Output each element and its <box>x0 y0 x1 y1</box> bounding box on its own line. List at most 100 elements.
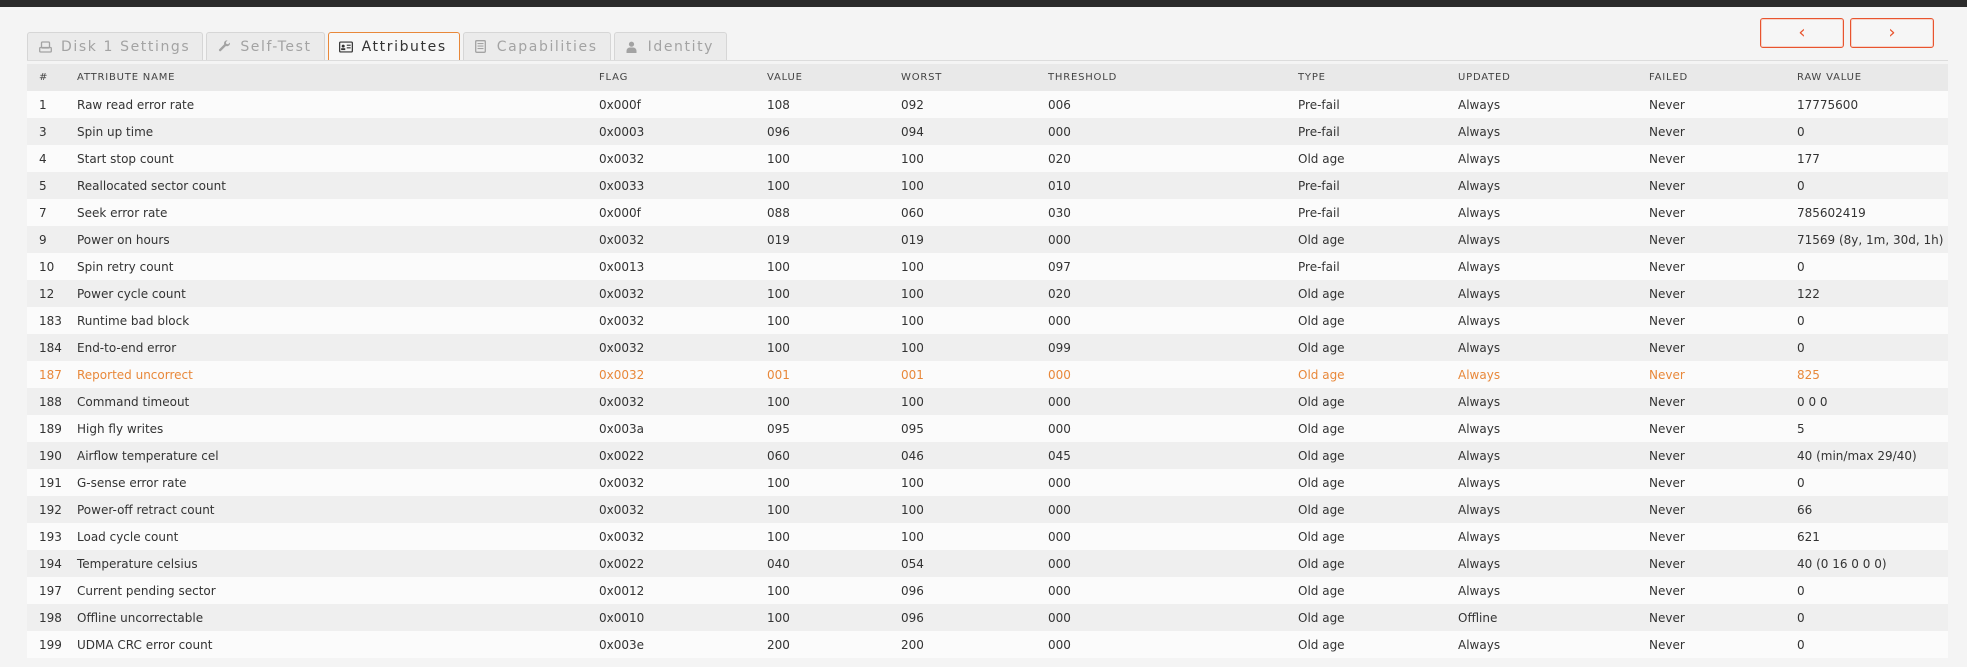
tab-disk-settings[interactable]: Disk 1 Settings <box>27 32 204 60</box>
cell-value: 100 <box>755 469 889 496</box>
table-row: 9 Power on hours 0x0032 019 019 000 Old age Alw… <box>27 226 1948 253</box>
cell-updated: Always <box>1446 442 1637 469</box>
table-row: 193 Load cycle count 0x0032 100 100 000 Old ag… <box>27 523 1948 550</box>
cell-worst: 046 <box>889 442 1036 469</box>
cell-id: 198 <box>27 604 65 631</box>
column-header-failed[interactable]: FAILED <box>1637 64 1785 91</box>
cell-attribute-name: Reported uncorrect <box>65 361 587 388</box>
cell-threshold: 000 <box>1036 226 1286 253</box>
column-header-updated[interactable]: UPDATED <box>1446 64 1637 91</box>
cell-attribute-name: Power cycle count <box>65 280 587 307</box>
cell-id: 190 <box>27 442 65 469</box>
tab-divider <box>27 60 1948 61</box>
cell-raw-value: 0 <box>1785 577 1948 604</box>
cell-failed: Never <box>1637 496 1785 523</box>
cell-attribute-name: Current pending sector <box>65 577 587 604</box>
cell-id: 194 <box>27 550 65 577</box>
tab-label: Capabilities <box>496 38 598 55</box>
table-header-row: # ATTRIBUTE NAME FLAG VALUE WORST THRESH… <box>27 64 1948 91</box>
cell-value: 108 <box>755 91 889 118</box>
cell-type: Old age <box>1286 334 1446 361</box>
cell-threshold: 000 <box>1036 496 1286 523</box>
tab-attributes[interactable]: Attributes <box>327 32 460 61</box>
cell-updated: Always <box>1446 118 1637 145</box>
column-header-value[interactable]: VALUE <box>755 64 889 91</box>
cell-raw-value: 122 <box>1785 280 1948 307</box>
cell-flag: 0x0022 <box>587 442 755 469</box>
tab-identity[interactable]: Identity <box>613 32 728 60</box>
cell-value: 100 <box>755 577 889 604</box>
cell-type: Pre-fail <box>1286 118 1446 145</box>
cell-id: 199 <box>27 631 65 658</box>
cell-threshold: 000 <box>1036 577 1286 604</box>
cell-attribute-name: Raw read error rate <box>65 91 587 118</box>
cell-updated: Always <box>1446 226 1637 253</box>
column-header-id[interactable]: # <box>27 64 65 91</box>
table-row: 183 Runtime bad block 0x0032 100 100 000 Old a… <box>27 307 1948 334</box>
wrench-icon <box>217 40 231 54</box>
cell-updated: Always <box>1446 415 1637 442</box>
cell-attribute-name: Command timeout <box>65 388 587 415</box>
cell-type: Pre-fail <box>1286 91 1446 118</box>
cell-attribute-name: Reallocated sector count <box>65 172 587 199</box>
cell-type: Old age <box>1286 442 1446 469</box>
cell-threshold: 000 <box>1036 631 1286 658</box>
chevron-left-icon: ‹ <box>1798 22 1806 43</box>
cell-failed: Never <box>1637 91 1785 118</box>
id-card-icon <box>338 40 353 54</box>
cell-failed: Never <box>1637 523 1785 550</box>
cell-attribute-name: Spin retry count <box>65 253 587 280</box>
cell-value: 019 <box>755 226 889 253</box>
cell-failed: Never <box>1637 172 1785 199</box>
cell-flag: 0x0013 <box>587 253 755 280</box>
cell-flag: 0x0032 <box>587 226 755 253</box>
cell-updated: Always <box>1446 253 1637 280</box>
cell-attribute-name: Runtime bad block <box>65 307 587 334</box>
cell-threshold: 000 <box>1036 361 1286 388</box>
cell-failed: Never <box>1637 469 1785 496</box>
cell-updated: Always <box>1446 496 1637 523</box>
cell-raw-value: 0 <box>1785 118 1948 145</box>
cell-worst: 100 <box>889 172 1036 199</box>
cell-flag: 0x003a <box>587 415 755 442</box>
cell-worst: 100 <box>889 253 1036 280</box>
cell-worst: 100 <box>889 496 1036 523</box>
cell-flag: 0x0032 <box>587 145 755 172</box>
tab-label: Self-Test <box>240 38 312 55</box>
cell-failed: Never <box>1637 442 1785 469</box>
cell-value: 095 <box>755 415 889 442</box>
tab-self-test[interactable]: Self-Test <box>206 32 325 60</box>
cell-attribute-name: Airflow temperature cel <box>65 442 587 469</box>
cell-threshold: 020 <box>1036 145 1286 172</box>
cell-id: 5 <box>27 172 65 199</box>
column-header-attribute-name[interactable]: ATTRIBUTE NAME <box>65 64 587 91</box>
cell-failed: Never <box>1637 118 1785 145</box>
cell-failed: Never <box>1637 361 1785 388</box>
cell-worst: 060 <box>889 199 1036 226</box>
cell-updated: Always <box>1446 91 1637 118</box>
cell-threshold: 099 <box>1036 334 1286 361</box>
table-body: 1 Raw read error rate 0x000f 108 092 006 Pre-f… <box>27 91 1948 658</box>
cell-attribute-name: Temperature celsius <box>65 550 587 577</box>
cell-attribute-name: High fly writes <box>65 415 587 442</box>
cell-flag: 0x0032 <box>587 280 755 307</box>
column-header-threshold[interactable]: THRESHOLD <box>1036 64 1286 91</box>
tab-capabilities[interactable]: Capabilities <box>462 32 611 60</box>
cell-attribute-name: End-to-end error <box>65 334 587 361</box>
cell-flag: 0x0033 <box>587 172 755 199</box>
cell-updated: Always <box>1446 307 1637 334</box>
table-row: 184 End-to-end error 0x0032 100 100 099 Old ag… <box>27 334 1948 361</box>
cell-type: Old age <box>1286 496 1446 523</box>
cell-flag: 0x0003 <box>587 118 755 145</box>
cell-id: 197 <box>27 577 65 604</box>
next-button[interactable]: › <box>1850 18 1934 48</box>
cell-value: 100 <box>755 172 889 199</box>
cell-updated: Always <box>1446 199 1637 226</box>
cell-flag: 0x000f <box>587 91 755 118</box>
column-header-flag[interactable]: FLAG <box>587 64 755 91</box>
column-header-raw-value[interactable]: RAW VALUE <box>1785 64 1948 91</box>
document-icon <box>474 40 488 54</box>
column-header-type[interactable]: TYPE <box>1286 64 1446 91</box>
previous-button[interactable]: ‹ <box>1760 18 1844 48</box>
column-header-worst[interactable]: WORST <box>889 64 1036 91</box>
